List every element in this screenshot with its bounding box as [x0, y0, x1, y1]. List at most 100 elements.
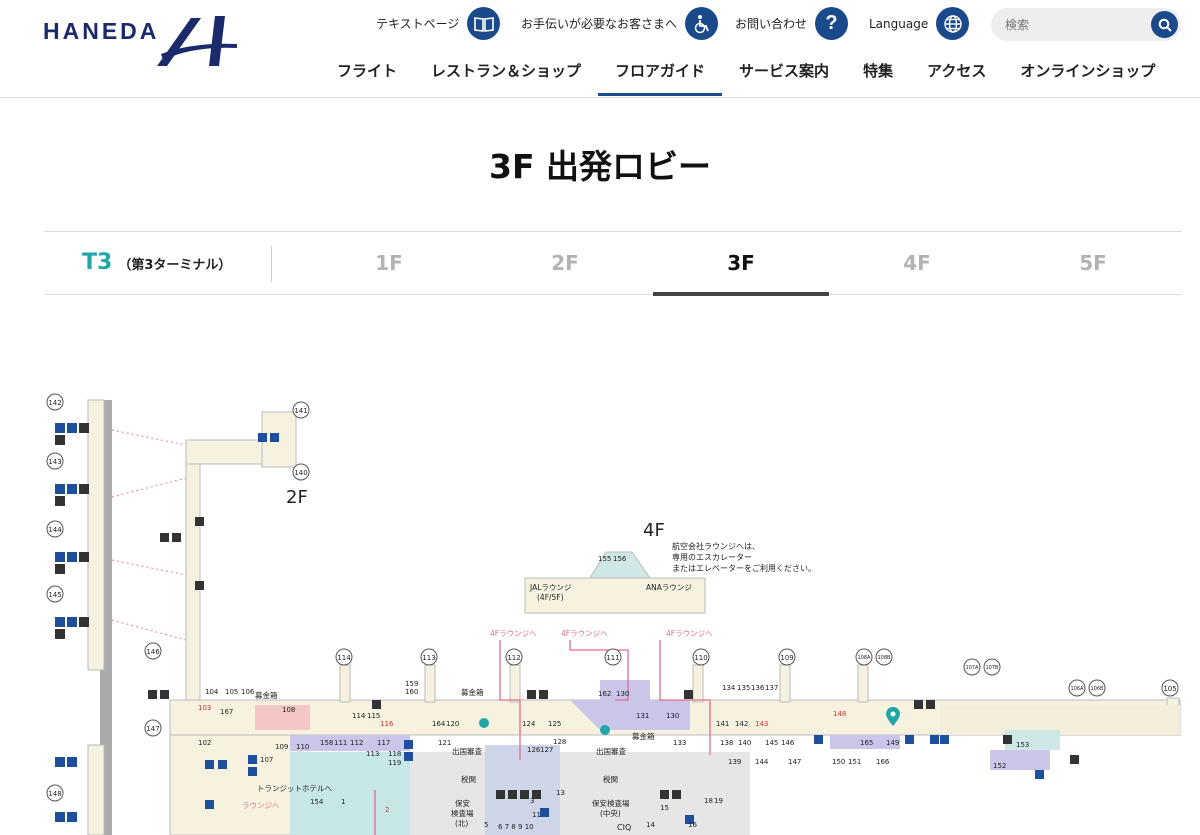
- svg-text:15: 15: [660, 804, 669, 812]
- security-north-label-2: 検査場: [451, 808, 474, 818]
- svg-text:155: 155: [598, 555, 611, 563]
- donation-box-label-3: 募金箱: [632, 731, 655, 741]
- svg-text:11: 11: [532, 811, 541, 819]
- ciq-label: CIQ: [617, 823, 631, 832]
- svg-text:2: 2: [385, 806, 389, 814]
- language-link[interactable]: Language: [869, 7, 970, 40]
- gate-140[interactable]: 140: [292, 463, 310, 481]
- text-page-link[interactable]: テキストページ: [376, 7, 501, 40]
- nav-restaurant-shop[interactable]: レストラン＆ショップ: [414, 56, 598, 96]
- book-icon: [467, 7, 501, 40]
- svg-text:106B: 106B: [1091, 686, 1105, 692]
- haneda-logo[interactable]: HANEDA: [43, 14, 243, 70]
- svg-text:160: 160: [405, 688, 418, 696]
- floor-tabs: T3 （第3ターミナル） 1F 2F 3F 4F 5F: [44, 231, 1182, 296]
- gate-114[interactable]: 114: [335, 648, 353, 666]
- svg-text:145: 145: [765, 739, 778, 747]
- donation-box-label-2: 募金箱: [461, 687, 484, 697]
- svg-text:154: 154: [310, 798, 324, 806]
- nav-floor-guide[interactable]: フロアガイド: [598, 56, 723, 96]
- assistance-link[interactable]: お手伝いが必要なお客さまへ: [521, 7, 719, 40]
- svg-text:146: 146: [781, 739, 795, 747]
- svg-text:115: 115: [367, 712, 380, 720]
- gate-106a[interactable]: 106A: [1068, 679, 1086, 697]
- gate-108a[interactable]: 108A: [855, 648, 873, 666]
- gate-107b[interactable]: 107B: [983, 658, 1001, 676]
- ana-lounge-label: ANAラウンジ: [646, 583, 692, 592]
- nav-online-shop[interactable]: オンラインショップ: [1003, 56, 1172, 96]
- nav-services[interactable]: サービス案内: [722, 56, 846, 96]
- contact-link[interactable]: お問い合わせ ?: [735, 7, 849, 40]
- svg-text:112: 112: [507, 654, 520, 662]
- gate-107a[interactable]: 107A: [963, 658, 981, 676]
- svg-text:138: 138: [720, 739, 733, 747]
- gate-142[interactable]: 142: [46, 393, 64, 411]
- security-center-label-2: (中央): [600, 808, 621, 818]
- terminal-label: T3 （第3ターミナル）: [82, 250, 231, 275]
- search-button[interactable]: [1151, 11, 1178, 38]
- svg-text:130: 130: [616, 690, 629, 698]
- gate-105[interactable]: 105: [1161, 679, 1179, 697]
- svg-text:127: 127: [540, 746, 553, 754]
- nav-flight[interactable]: フライト: [320, 56, 414, 96]
- svg-text:107A: 107A: [966, 665, 980, 671]
- gate-148[interactable]: 148: [46, 784, 64, 802]
- tab-3f[interactable]: 3F: [653, 232, 829, 296]
- nav-access[interactable]: アクセス: [910, 56, 1003, 96]
- globe-icon: [936, 7, 970, 40]
- info-icon: [600, 725, 610, 735]
- gate-145[interactable]: 145: [46, 585, 64, 603]
- gate-108b[interactable]: 108B: [875, 648, 893, 666]
- svg-text:106: 106: [241, 688, 255, 696]
- jal-lounge-label: JALラウンジ: [529, 583, 572, 592]
- tab-1f[interactable]: 1F: [301, 232, 477, 294]
- search-box: [991, 8, 1181, 41]
- svg-text:153: 153: [1016, 741, 1029, 749]
- language-label: Language: [869, 16, 929, 31]
- svg-text:16: 16: [688, 821, 697, 829]
- lounge-note-3: またはエレベーターをご利用ください。: [672, 563, 816, 573]
- svg-text:147: 147: [788, 758, 801, 766]
- floor-map-svg: 142 143 144 145 146 147 148 141 140 114 …: [46, 393, 1181, 835]
- gate-144[interactable]: 144: [46, 520, 64, 538]
- immigration-north-label: 出国審査: [452, 746, 482, 756]
- nav-features[interactable]: 特集: [846, 56, 910, 96]
- svg-text:111: 111: [606, 654, 619, 662]
- svg-text:113: 113: [366, 750, 379, 758]
- gate-147[interactable]: 147: [144, 719, 162, 737]
- security-north-label-3: (北): [455, 819, 468, 828]
- search-input[interactable]: [1005, 8, 1135, 41]
- svg-text:158: 158: [320, 739, 333, 747]
- gate-112[interactable]: 112: [505, 648, 523, 666]
- gate-106b[interactable]: 106B: [1088, 679, 1106, 697]
- gate-113[interactable]: 113: [420, 648, 438, 666]
- main-nav: フライト レストラン＆ショップ フロアガイド サービス案内 特集 アクセス オン…: [320, 56, 1172, 96]
- svg-text:126: 126: [527, 746, 541, 754]
- transit-hotel-label: トランジットホテルへ: [257, 784, 332, 793]
- gate-141[interactable]: 141: [292, 401, 310, 419]
- svg-text:103: 103: [198, 704, 211, 712]
- svg-text:146: 146: [146, 648, 160, 656]
- svg-text:105: 105: [225, 688, 238, 696]
- tab-5f[interactable]: 5F: [1005, 232, 1181, 294]
- svg-text:102: 102: [198, 739, 211, 747]
- security-north-label-1: 保安: [455, 798, 470, 808]
- page-title: 3F 出発ロビー: [489, 147, 711, 186]
- svg-text:150: 150: [832, 758, 845, 766]
- info-icon: [479, 718, 489, 728]
- svg-text:144: 144: [48, 526, 62, 534]
- gate-109[interactable]: 109: [778, 648, 796, 666]
- gate-146[interactable]: 146: [144, 642, 162, 660]
- gate-111[interactable]: 111: [604, 648, 622, 666]
- tab-4f[interactable]: 4F: [829, 232, 1005, 294]
- svg-text:3: 3: [530, 797, 534, 805]
- floor-map: 142 143 144 145 146 147 148 141 140 114 …: [0, 380, 1200, 835]
- to-lounge-label: ラウンジへ: [242, 801, 280, 810]
- gate-110[interactable]: 110: [692, 648, 710, 666]
- svg-text:149: 149: [886, 739, 899, 747]
- svg-text:107B: 107B: [986, 665, 1000, 671]
- svg-text:118: 118: [388, 750, 401, 758]
- svg-text:113: 113: [422, 654, 435, 662]
- tab-2f[interactable]: 2F: [477, 232, 653, 294]
- gate-143[interactable]: 143: [46, 452, 64, 470]
